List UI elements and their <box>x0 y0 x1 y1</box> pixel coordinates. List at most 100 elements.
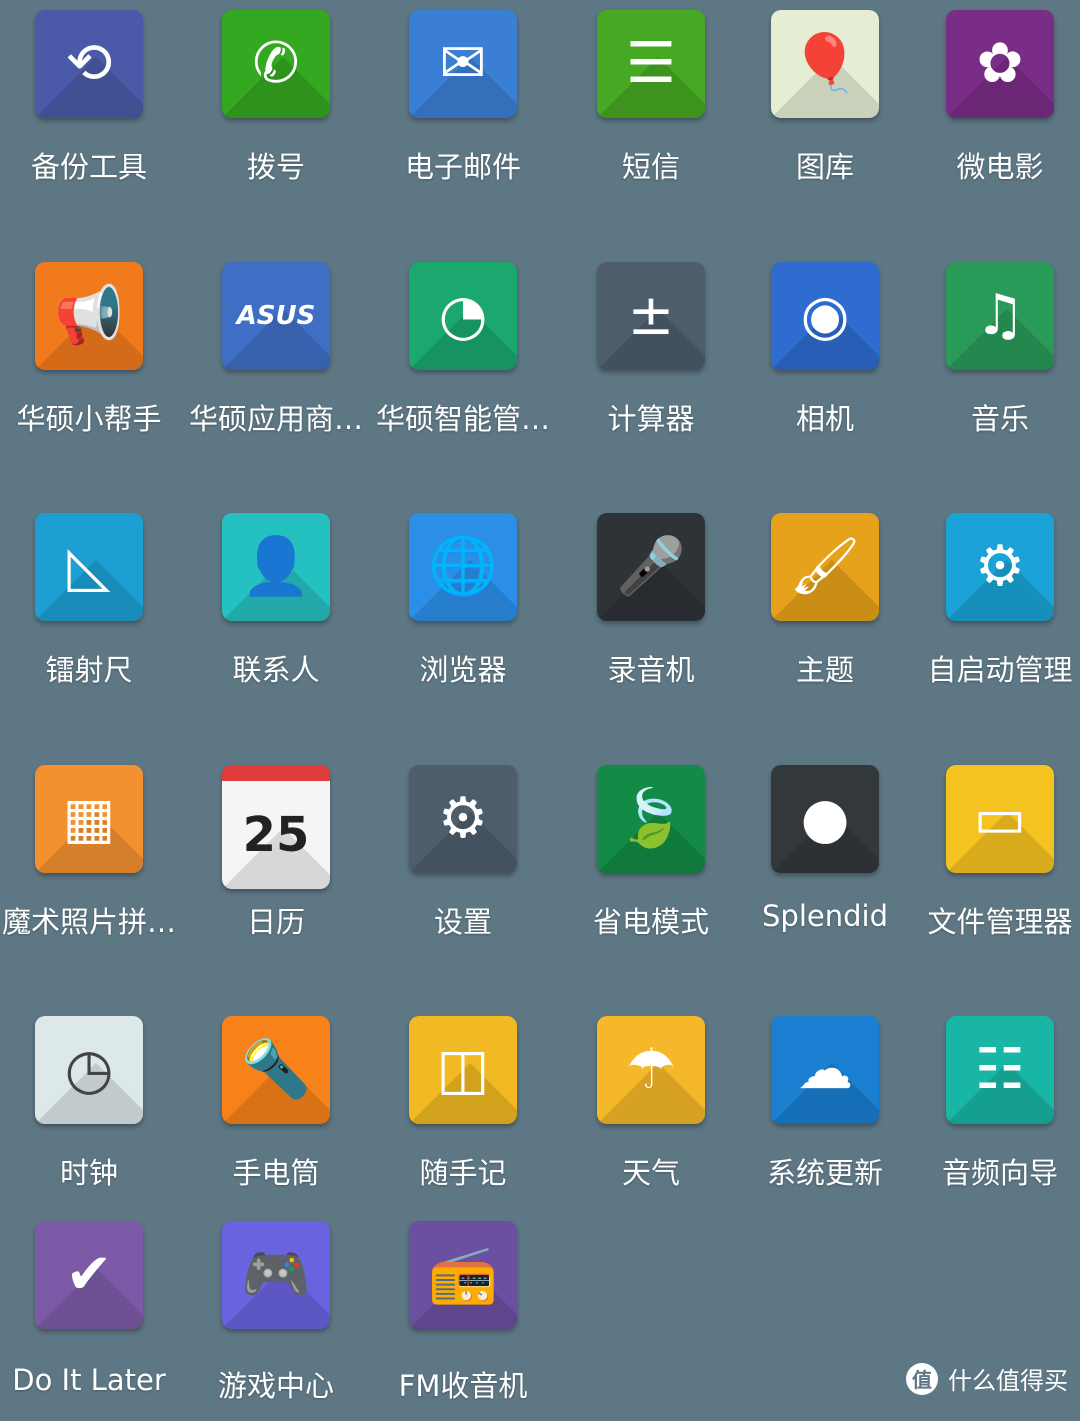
calendar-icon[interactable]: 25 <box>222 765 330 889</box>
collage-icon-glyph: ▦ <box>62 786 116 851</box>
audio-wizard-icon-glyph: ☷ <box>974 1037 1026 1102</box>
music-icon-glyph: ♫ <box>974 283 1026 348</box>
gear-icon[interactable]: ⚙ <box>409 765 517 873</box>
app-label: 自启动管理 <box>927 653 1073 687</box>
app-message[interactable]: ☰ 短信 <box>561 10 741 210</box>
clock-icon[interactable]: ◷ <box>35 1016 143 1124</box>
phone-icon[interactable]: ✆ <box>222 10 330 118</box>
auto-start-icon[interactable]: ⚙ <box>946 513 1054 621</box>
app-megaphone[interactable]: 📢 华硕小帮手 <box>0 262 179 462</box>
backup-icon[interactable]: ⟲ <box>35 10 143 118</box>
app-auto-start[interactable]: ⚙ 自启动管理 <box>910 513 1080 713</box>
gamepad-icon[interactable]: 🎮 <box>222 1221 330 1329</box>
app-label: 音乐 <box>970 402 1029 436</box>
app-gamepad[interactable]: 🎮 游戏中心 <box>186 1221 366 1421</box>
radio-icon[interactable]: 📻 <box>409 1221 517 1329</box>
globe-icon-glyph: 🌐 <box>428 534 498 599</box>
splendid-icon[interactable]: ● <box>771 765 879 873</box>
app-calculator[interactable]: ± 计算器 <box>561 262 741 462</box>
app-label: 文件管理器 <box>927 905 1073 939</box>
watermark-logo-icon: 值 <box>906 1362 938 1395</box>
gamepad-icon-glyph: 🎮 <box>241 1242 311 1307</box>
app-radio[interactable]: 📻 FM收音机 <box>373 1221 553 1421</box>
app-paint-roller[interactable]: 🖌 主题 <box>735 513 915 713</box>
app-movie[interactable]: ✿ 微电影 <box>910 10 1080 210</box>
asus-store-icon[interactable]: ASUS <box>222 262 330 370</box>
megaphone-icon[interactable]: 📢 <box>35 262 143 370</box>
camera-icon[interactable]: ◉ <box>771 262 879 370</box>
watermark: 值 什么值得买 <box>906 1361 1068 1396</box>
app-mail[interactable]: ✉ 电子邮件 <box>373 10 553 210</box>
app-collage[interactable]: ▦ 魔术照片拼… <box>0 765 179 965</box>
auto-start-icon-glyph: ⚙ <box>974 534 1026 599</box>
paint-roller-icon[interactable]: 🖌 <box>771 513 879 621</box>
app-calendar[interactable]: 25 日历 <box>186 765 366 965</box>
gallery-balloon-icon[interactable]: 🎈 <box>771 10 879 118</box>
app-microphone[interactable]: 🎤 录音机 <box>561 513 741 713</box>
umbrella-icon-glyph: ☂ <box>625 1037 677 1102</box>
note-icon[interactable]: ◫ <box>409 1016 517 1124</box>
cloud-download-icon-glyph: ☁ <box>797 1037 853 1102</box>
folder-icon[interactable]: ▭ <box>946 765 1054 873</box>
radio-icon-glyph: 📻 <box>428 1242 498 1307</box>
umbrella-icon[interactable]: ☂ <box>597 1016 705 1124</box>
collage-icon[interactable]: ▦ <box>35 765 143 873</box>
audio-wizard-icon[interactable]: ☷ <box>946 1016 1054 1124</box>
app-label: 随手记 <box>419 1156 507 1190</box>
microphone-icon[interactable]: 🎤 <box>597 513 705 621</box>
gauge-icon[interactable]: ◔ <box>409 262 517 370</box>
app-label: 浏览器 <box>419 653 507 687</box>
app-audio-wizard[interactable]: ☷ 音频向导 <box>910 1016 1080 1216</box>
ruler-icon-glyph: ◺ <box>67 534 111 599</box>
app-phone[interactable]: ✆ 拨号 <box>186 10 366 210</box>
calculator-icon[interactable]: ± <box>597 262 705 370</box>
app-flashlight[interactable]: 🔦 手电筒 <box>186 1016 366 1216</box>
app-gauge[interactable]: ◔ 华硕智能管… <box>373 262 553 462</box>
music-icon[interactable]: ♫ <box>946 262 1054 370</box>
camera-icon-glyph: ◉ <box>800 283 850 348</box>
flashlight-icon-glyph: 🔦 <box>241 1037 311 1102</box>
app-splendid[interactable]: ● Splendid <box>735 765 915 965</box>
app-asus-store[interactable]: ASUS 华硕应用商… <box>186 262 366 462</box>
app-note[interactable]: ◫ 随手记 <box>373 1016 553 1216</box>
microphone-icon-glyph: 🎤 <box>616 534 686 599</box>
app-gallery-balloon[interactable]: 🎈 图库 <box>735 10 915 210</box>
note-icon-glyph: ◫ <box>436 1037 490 1102</box>
app-folder[interactable]: ▭ 文件管理器 <box>910 765 1080 965</box>
app-contacts[interactable]: 👤 联系人 <box>186 513 366 713</box>
paint-roller-icon-glyph: 🖌 <box>789 534 861 599</box>
contacts-icon[interactable]: 👤 <box>222 513 330 621</box>
flashlight-icon[interactable]: 🔦 <box>222 1016 330 1124</box>
check-icon[interactable]: ✔ <box>35 1221 143 1329</box>
app-umbrella[interactable]: ☂ 天气 <box>561 1016 741 1216</box>
app-leaf[interactable]: 🍃 省电模式 <box>561 765 741 965</box>
calendar-icon-glyph: 25 <box>242 807 310 863</box>
ruler-icon[interactable]: ◺ <box>35 513 143 621</box>
leaf-icon-glyph: 🍃 <box>616 786 686 851</box>
movie-icon[interactable]: ✿ <box>946 10 1054 118</box>
movie-icon-glyph: ✿ <box>976 31 1024 96</box>
message-icon[interactable]: ☰ <box>597 10 705 118</box>
mail-icon-glyph: ✉ <box>439 31 487 96</box>
app-label: 微电影 <box>956 150 1044 184</box>
app-label: FM收音机 <box>398 1369 528 1403</box>
app-camera[interactable]: ◉ 相机 <box>735 262 915 462</box>
app-globe[interactable]: 🌐 浏览器 <box>373 513 553 713</box>
app-check[interactable]: ✔ Do It Later <box>0 1221 179 1421</box>
mail-icon[interactable]: ✉ <box>409 10 517 118</box>
app-cloud-download[interactable]: ☁ 系统更新 <box>735 1016 915 1216</box>
globe-icon[interactable]: 🌐 <box>409 513 517 621</box>
cloud-download-icon[interactable]: ☁ <box>771 1016 879 1124</box>
app-backup[interactable]: ⟲ 备份工具 <box>0 10 179 210</box>
app-clock[interactable]: ◷ 时钟 <box>0 1016 179 1216</box>
gauge-icon-glyph: ◔ <box>438 283 488 348</box>
leaf-icon[interactable]: 🍃 <box>597 765 705 873</box>
splendid-icon-glyph: ● <box>800 786 850 851</box>
app-music[interactable]: ♫ 音乐 <box>910 262 1080 462</box>
backup-icon-glyph: ⟲ <box>65 31 113 96</box>
gear-icon-glyph: ⚙ <box>437 786 489 851</box>
app-gear[interactable]: ⚙ 设置 <box>373 765 553 965</box>
app-label: 设置 <box>433 905 492 939</box>
app-ruler[interactable]: ◺ 镭射尺 <box>0 513 179 713</box>
gallery-balloon-icon-glyph: 🎈 <box>790 31 860 96</box>
